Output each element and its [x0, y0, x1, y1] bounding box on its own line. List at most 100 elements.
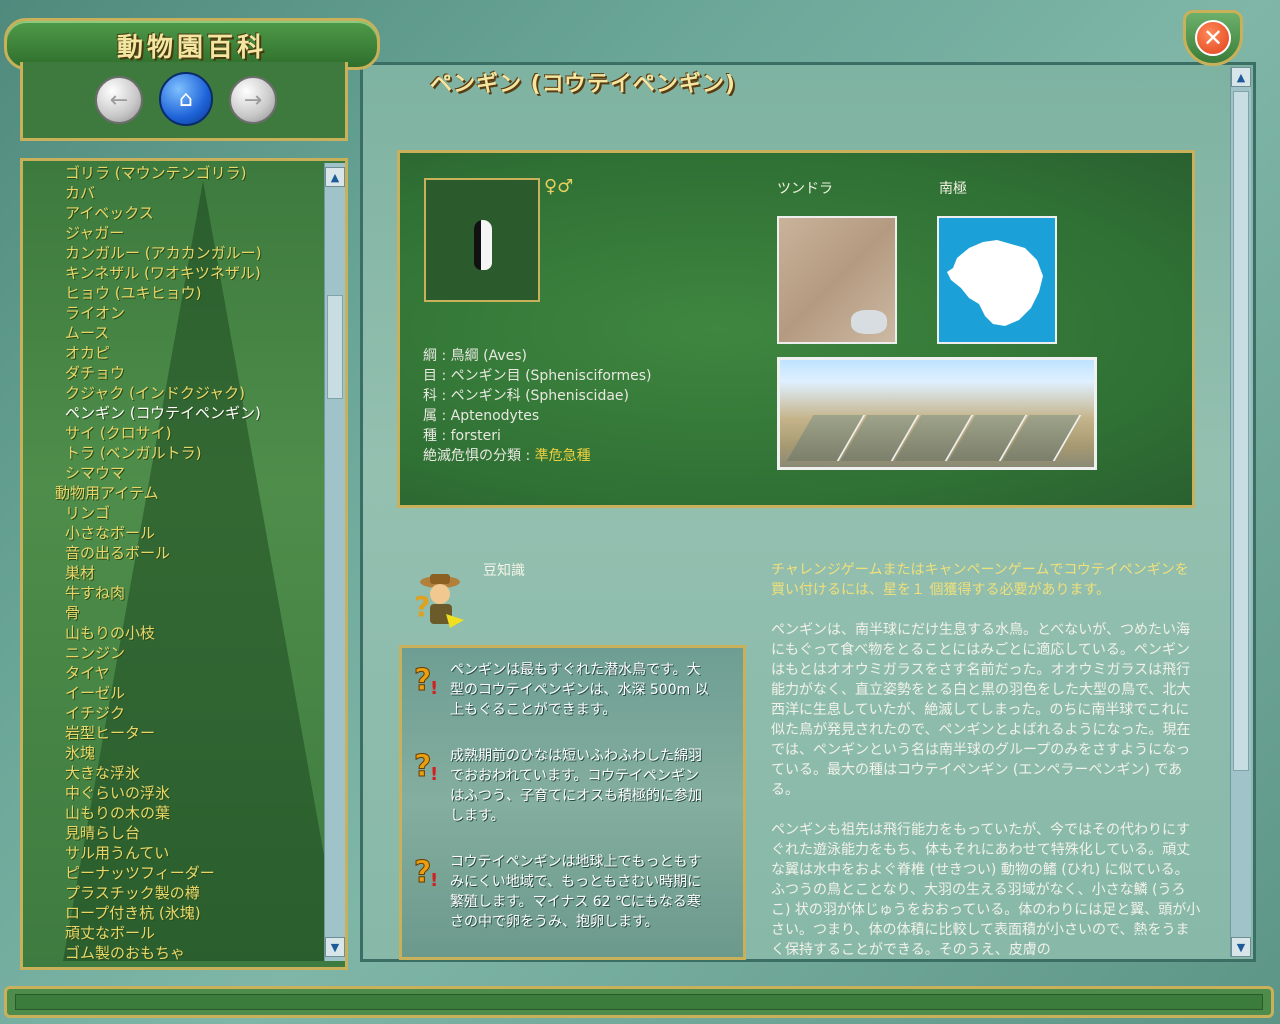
sidebar-item[interactable]: ペンギン (コウテイペンギン): [65, 403, 261, 423]
sidebar-item[interactable]: 小さなボール: [65, 523, 155, 543]
sidebar-item[interactable]: ヒョウ (ユキヒョウ): [65, 283, 201, 303]
sidebar-item[interactable]: ライオン: [65, 303, 125, 323]
scroll-thumb[interactable]: [1233, 91, 1249, 771]
scroll-up-arrow-icon[interactable]: ▲: [1231, 67, 1251, 87]
forward-arrow-icon: →: [243, 87, 263, 113]
svg-text:?: ?: [414, 855, 431, 888]
taxonomy-row: 属 : Aptenodytes: [423, 408, 540, 424]
sidebar-item[interactable]: イーゼル: [65, 683, 125, 703]
home-icon: ⌂: [179, 86, 193, 112]
back-arrow-icon: ←: [109, 87, 129, 113]
sidebar-item[interactable]: シマウマ: [65, 463, 125, 483]
scroll-down-arrow-icon[interactable]: ▼: [1231, 937, 1251, 957]
scroll-down-arrow-icon[interactable]: ▼: [325, 937, 345, 957]
trivia-tip: ペンギンは最もすぐれた潜水鳥です。大型のコウテイペンギンは、水深 500m 以上…: [450, 662, 709, 718]
description-paragraph: ペンギンは、南半球にだけ生息する水鳥。とべないが、つめたい海にもぐって食べ物をと…: [771, 622, 1191, 798]
question-icon: ?!: [414, 663, 439, 697]
scroll-up-arrow-icon[interactable]: ▲: [325, 167, 345, 187]
sidebar-item[interactable]: 山もりの木の葉: [65, 803, 170, 823]
sidebar-item[interactable]: 牛すね肉: [65, 583, 125, 603]
sidebar-item[interactable]: ムース: [65, 323, 109, 343]
sidebar-scrollbar[interactable]: ▲ ▼: [324, 163, 345, 961]
sidebar-item[interactable]: 氷塊: [65, 743, 95, 763]
svg-text:?: ?: [414, 749, 431, 782]
sidebar-item[interactable]: カンガルー (アカカンガルー): [65, 243, 261, 263]
taxonomy-list: 綱 : 鳥綱 (Aves) 目 : ペンギン目 (Sphenisciformes…: [423, 346, 651, 466]
description-paragraph: ペンギンも祖先は飛行能力をもっていたが、今ではその代わりにすぐれた遊泳能力をもち…: [771, 822, 1201, 956]
sidebar-item[interactable]: リンゴ: [65, 503, 110, 523]
sidebar-item[interactable]: カバ: [65, 183, 95, 203]
antarctica-map: [937, 216, 1057, 344]
ranger-icon: ?: [410, 570, 466, 632]
question-icon: ?!: [414, 749, 439, 783]
scroll-thumb[interactable]: [327, 295, 343, 399]
svg-text:?: ?: [414, 663, 431, 696]
sidebar-item[interactable]: 動物用アイテム: [55, 483, 159, 503]
sidebar-item[interactable]: クジャク (インドクジャク): [65, 383, 245, 403]
sidebar: ゴリラ (マウンテンゴリラ) カバ アイベックス ジャガー カンガルー (アカカンガルー…: [20, 158, 348, 970]
antarctica-shape-icon: [947, 240, 1043, 326]
sidebar-item[interactable]: イチジク: [65, 703, 125, 723]
sidebar-item[interactable]: ピーナッツフィーダー: [65, 863, 215, 883]
sidebar-item[interactable]: 山もりの小枝: [65, 623, 155, 643]
sidebar-item[interactable]: オカピ: [65, 343, 110, 363]
endangered-status: 絶滅危惧の分類 : 準危急種: [423, 448, 591, 464]
sidebar-item[interactable]: ダチョウ: [65, 363, 125, 383]
svg-text:?: ?: [414, 590, 430, 623]
close-icon: ✕: [1195, 20, 1231, 56]
sidebar-item[interactable]: ロープ付き杭 (氷塊): [65, 903, 201, 923]
back-button[interactable]: ←: [95, 76, 143, 124]
rock-shape: [851, 310, 887, 334]
sidebar-item[interactable]: 音の出るボール: [65, 543, 170, 563]
taxonomy-row: 科 : ペンギン科 (Spheniscidae): [423, 388, 629, 404]
sidebar-item[interactable]: キンネザル (ワオキツネザル): [65, 263, 261, 283]
taxonomy-row: 種 : forsteri: [423, 428, 501, 444]
app-title: 動物園百科: [116, 33, 267, 63]
endangered-value: 準危急種: [534, 448, 591, 464]
unlock-requirement-text: チャレンジゲームまたはキャンペーンゲームでコウテイペンギンを買い付けるには、星を…: [771, 562, 1189, 598]
question-icon: ?!: [414, 855, 439, 889]
page-title: ペンギン (コウテイペンギン): [430, 72, 736, 97]
sidebar-item[interactable]: ゴリラ (マウンテンゴリラ): [65, 163, 246, 183]
description-body: ペンギンは、南半球にだけ生息する水鳥。とべないが、つめたい海にもぐって食べ物をと…: [771, 620, 1201, 956]
sidebar-item[interactable]: タイヤ: [65, 663, 110, 683]
sidebar-item[interactable]: トラ (ベンガルトラ): [65, 443, 201, 463]
habitat-label-continent: 南極: [939, 181, 967, 197]
sidebar-item[interactable]: 骨: [65, 603, 80, 623]
animal-portrait: [424, 178, 540, 302]
forward-button[interactable]: →: [229, 76, 277, 124]
main-scrollbar[interactable]: ▲ ▼: [1230, 67, 1251, 957]
status-bar: [4, 986, 1274, 1018]
sidebar-item[interactable]: 大きな浮氷: [65, 763, 140, 783]
sidebar-item[interactable]: ジャガー: [65, 223, 124, 243]
sidebar-item[interactable]: 見晴らし台: [65, 823, 140, 843]
nav-panel: ← ⌂ →: [20, 62, 348, 141]
taxonomy-row: 目 : ペンギン目 (Sphenisciformes): [423, 368, 652, 384]
habitat-landscape-image: [777, 357, 1097, 470]
sidebar-item[interactable]: 岩型ヒーター: [65, 723, 155, 743]
status-text-area: [15, 994, 1263, 1010]
sidebar-item[interactable]: ニンジン: [65, 643, 125, 663]
gender-icon: ♀♂: [544, 176, 574, 197]
sidebar-item[interactable]: サル用うんてい: [65, 843, 169, 863]
sidebar-item[interactable]: 巣材: [65, 563, 95, 583]
trivia-box: ?! ペンギンは最もすぐれた潜水鳥です。大型のコウテイペンギンは、水深 500m…: [399, 645, 746, 960]
home-button[interactable]: ⌂: [159, 72, 213, 126]
taxonomy-row: 綱 : 鳥綱 (Aves): [423, 348, 527, 364]
sidebar-item[interactable]: 中ぐらいの浮氷: [65, 783, 170, 803]
sidebar-item[interactable]: ゴム製のおもちゃ: [65, 943, 185, 963]
svg-text:!: !: [430, 678, 438, 696]
svg-text:!: !: [430, 870, 438, 888]
penguin-image: [474, 220, 492, 270]
close-button[interactable]: ✕: [1183, 10, 1243, 66]
svg-text:!: !: [430, 764, 438, 782]
sidebar-item[interactable]: サイ (クロサイ): [65, 423, 171, 443]
sidebar-item[interactable]: 頑丈なボール: [65, 923, 155, 943]
trivia-heading: 豆知識: [483, 563, 525, 579]
sidebar-item[interactable]: アイベックス: [65, 203, 154, 223]
trivia-tip: コウテイペンギンは地球上でもっともすみにくい地域で、もっともさむい時期に繁殖しま…: [450, 854, 702, 930]
tundra-image: [777, 216, 897, 344]
trivia-tip: 成熟期前のひなは短いふわふわした綿羽でおおわれています。コウテイペンギンはふつう…: [450, 748, 702, 824]
habitat-label-tundra: ツンドラ: [777, 181, 833, 197]
sidebar-item[interactable]: プラスチック製の樽: [65, 883, 200, 903]
